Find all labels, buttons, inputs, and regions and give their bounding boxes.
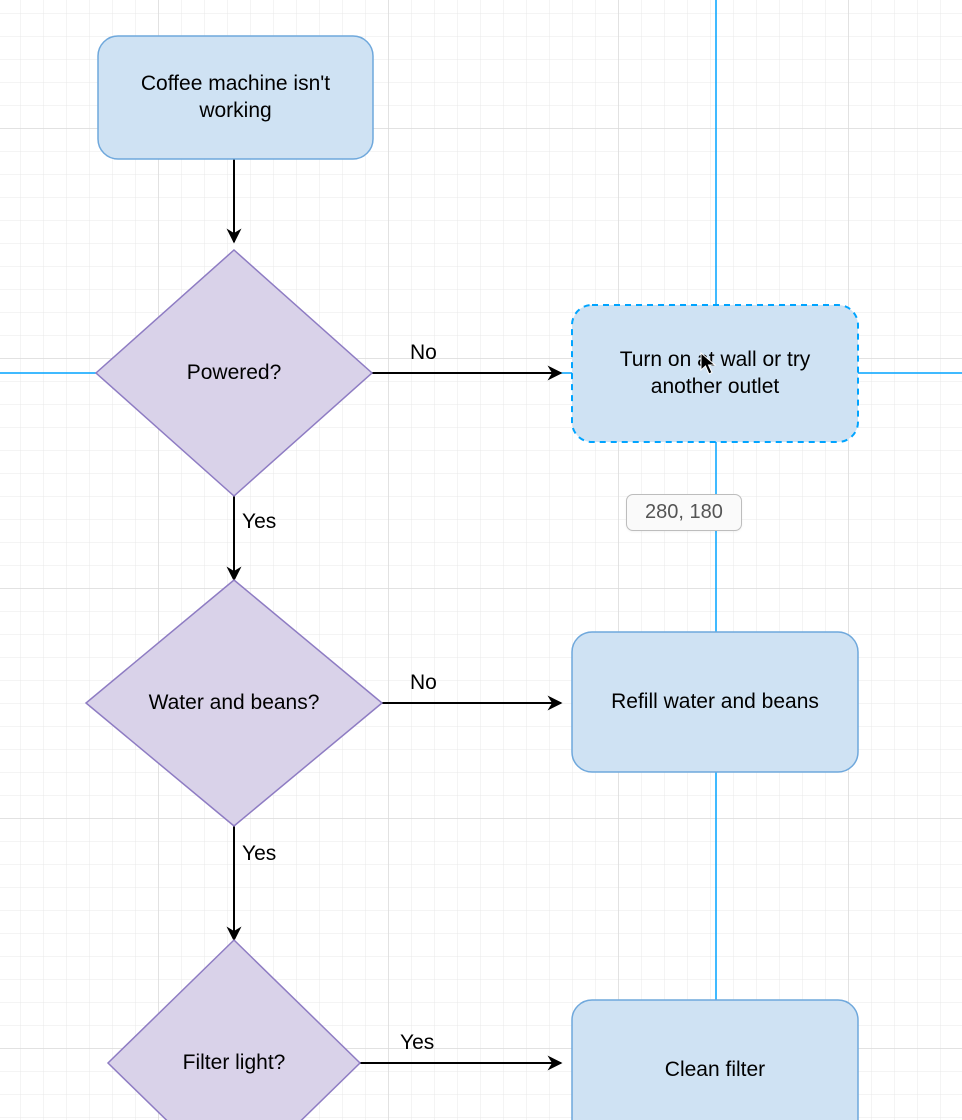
size-tooltip: 280, 180 [626,494,742,531]
edge-label-filter-yes: Yes [400,1031,434,1054]
node-water-beans-label: Water and beans? [149,690,320,716]
node-turn-on-label: Turn on at wall or try another outlet [588,347,842,400]
edge-label-powered-no: No [410,341,437,364]
diagram-canvas[interactable]: No Yes No Yes Yes Coffee machine isn't w… [0,0,962,1120]
node-powered-label: Powered? [187,360,282,386]
edge-label-water-no: No [410,671,437,694]
node-turn-on-selected[interactable]: Turn on at wall or try another outlet [572,305,858,442]
edge-label-powered-yes: Yes [242,510,276,533]
node-refill-label: Refill water and beans [611,689,819,715]
grid-background [0,0,962,1120]
node-refill[interactable]: Refill water and beans [572,632,858,772]
node-start[interactable]: Coffee machine isn't working [98,36,373,159]
node-clean-filter-label: Clean filter [665,1057,765,1083]
node-start-label: Coffee machine isn't working [110,71,361,124]
node-clean-filter[interactable]: Clean filter [572,1000,858,1120]
node-filter-light-label: Filter light? [183,1050,286,1076]
edge-label-water-yes: Yes [242,842,276,865]
